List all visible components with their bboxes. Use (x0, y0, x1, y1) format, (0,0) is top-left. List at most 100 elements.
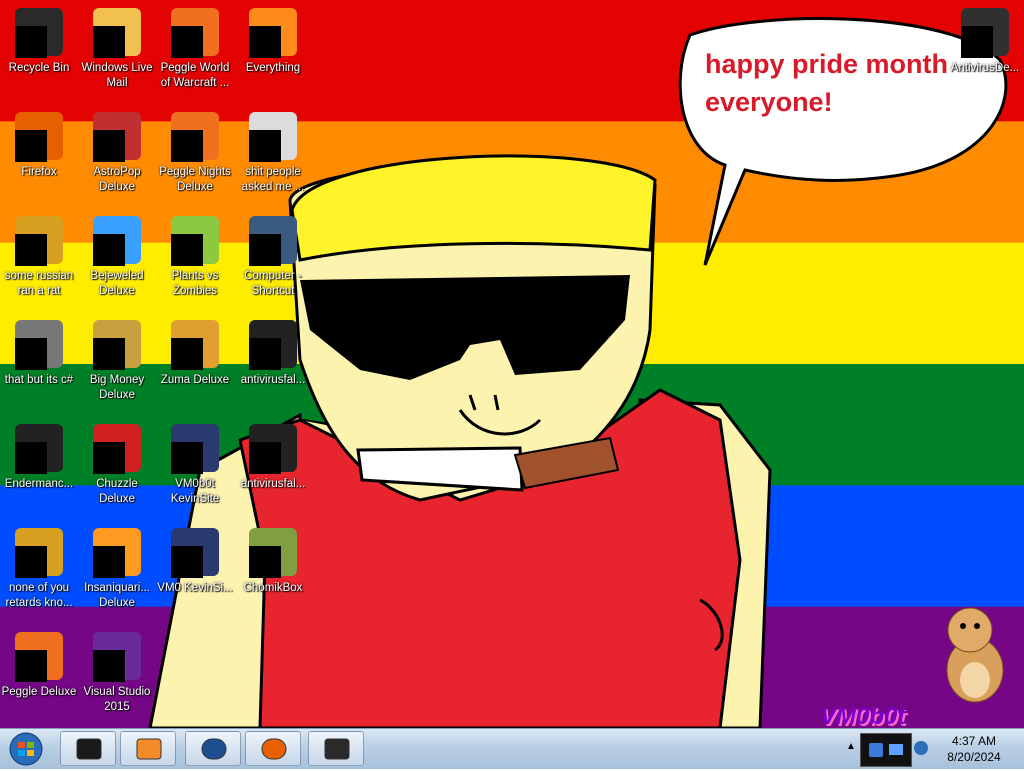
watermark-text: VM0b0t (820, 703, 906, 728)
icon-redaction-mask (249, 546, 281, 578)
mail-icon (93, 8, 141, 58)
firefox-icon (261, 738, 287, 760)
icon-redaction-mask (15, 26, 47, 58)
desktop-icon-label: Visual Studio 2015 (83, 686, 151, 713)
icon-redaction-mask (93, 338, 125, 370)
icon-redaction-mask (171, 26, 203, 58)
zuma-icon (171, 320, 219, 370)
website-icon (171, 424, 219, 474)
desktop-icon-label: shit people asked me ... (241, 166, 305, 193)
desktop-icon[interactable]: Insaniquari... Deluxe (78, 524, 156, 624)
desktop-icon[interactable]: VM0 KevinSi... (156, 524, 234, 624)
windows-logo-icon (9, 732, 43, 766)
desktop-icon[interactable]: Windows Live Mail (78, 4, 156, 104)
app-icon (15, 528, 63, 578)
desktop-icon[interactable]: Computer - Shortcut (234, 212, 312, 312)
chuzzle-icon (93, 424, 141, 474)
system-tray: ▲ 4:37 AM 8/20/2024 (842, 729, 1024, 769)
desktop-icon[interactable]: shit people asked me ... (234, 108, 312, 208)
desktop-icon[interactable]: Peggle Deluxe (0, 628, 78, 728)
hamster-image (946, 607, 1004, 703)
console-icon (76, 738, 102, 760)
icon-redaction-mask (249, 26, 281, 58)
peggle-icon (171, 8, 219, 58)
taskbar-button[interactable] (120, 731, 176, 766)
desktop-icon[interactable]: Visual Studio 2015 (78, 628, 156, 728)
desktop-icon[interactable]: Plants vs Zombies (156, 212, 234, 312)
desktop-icon[interactable]: Firefox (0, 108, 78, 208)
gem-icon (93, 216, 141, 266)
desktop-icon-label: ChomikBox (243, 582, 303, 594)
desktop-icon[interactable]: Peggle Nights Deluxe (156, 108, 234, 208)
desktop-icon-label: Computer - Shortcut (244, 270, 302, 297)
icon-redaction-mask (171, 338, 203, 370)
hamster-icon (249, 528, 297, 578)
desktop-icon[interactable]: Peggle World of Warcraft ... (156, 4, 234, 104)
desktop-icon-label: Peggle World of Warcraft ... (160, 62, 230, 89)
folder-icon (249, 112, 297, 162)
desktop-icon[interactable]: Zuma Deluxe (156, 316, 234, 416)
desktop-icon[interactable]: VM0b0t KevinSite (156, 420, 234, 520)
desktop-icon[interactable]: antivirusfal... (234, 420, 312, 520)
start-button[interactable] (4, 732, 48, 766)
desktop-icon[interactable]: AstroPop Deluxe (78, 108, 156, 208)
icon-redaction-mask (171, 130, 203, 162)
tray-selected-box[interactable] (860, 733, 912, 767)
desktop-icon-label: some russian ran a rat (4, 270, 74, 297)
taskbar-button[interactable] (185, 731, 241, 766)
taskbar-button[interactable] (308, 731, 364, 766)
money-bag-icon (93, 320, 141, 370)
icon-redaction-mask (93, 650, 125, 682)
icon-redaction-mask (15, 234, 47, 266)
taskbar-button[interactable] (60, 731, 116, 766)
desktop-icon[interactable]: that but its c# (0, 316, 78, 416)
visual-studio-icon (93, 632, 141, 682)
clock-time[interactable]: 4:37 AM (927, 734, 1021, 748)
taskbar-button[interactable] (245, 731, 301, 766)
icon-redaction-mask (93, 130, 125, 162)
desktop-icon[interactable]: Recycle Bin (0, 4, 78, 104)
desktop-icon-label: Firefox (21, 166, 57, 178)
desktop-icon[interactable]: antivirusfal... (234, 316, 312, 416)
peggle-icon (171, 112, 219, 162)
tray-app-icon[interactable] (869, 743, 883, 757)
plant-icon (171, 216, 219, 266)
tray-network-icon[interactable] (889, 744, 903, 755)
desktop-icon-label: Bejeweled Deluxe (90, 270, 144, 297)
desktop-icon[interactable]: Endermanc... (0, 420, 78, 520)
desktop-icon[interactable]: Bejeweled Deluxe (78, 212, 156, 312)
tray-volume-icon[interactable] (914, 741, 928, 755)
desktop-icon-label: Big Money Deluxe (89, 374, 145, 401)
recycle-bin-icon (15, 8, 63, 58)
desktop[interactable]: happy pride month everyone! VM0b0t Recyc… (0, 0, 1024, 728)
icon-redaction-mask (15, 442, 47, 474)
monitor-icon (324, 738, 350, 760)
media-player-icon (136, 738, 162, 760)
antivirus-icon (961, 8, 1009, 58)
game-icon (93, 112, 141, 162)
desktop-icon-label: Zuma Deluxe (160, 374, 230, 386)
desktop-icon[interactable]: AntivirusDe... (946, 4, 1024, 104)
computer-icon (249, 216, 297, 266)
icon-redaction-mask (249, 234, 281, 266)
icon-redaction-mask (171, 546, 203, 578)
icon-redaction-mask (93, 234, 125, 266)
desktop-icon[interactable]: some russian ran a rat (0, 212, 78, 312)
desktop-icon[interactable]: Everything (234, 4, 312, 104)
desktop-icon-label: none of you retards kno... (5, 582, 73, 609)
icon-redaction-mask (171, 442, 203, 474)
taskbar: ▲ 4:37 AM 8/20/2024 (0, 728, 1024, 769)
desktop-icon[interactable]: Big Money Deluxe (78, 316, 156, 416)
tray-overflow-chevron-icon[interactable]: ▲ (846, 741, 856, 755)
icon-redaction-mask (961, 26, 993, 58)
desktop-icon-label: Peggle Nights Deluxe (159, 166, 231, 193)
desktop-icon-label: Everything (245, 62, 301, 74)
desktop-icon[interactable]: ChomikBox (234, 524, 312, 624)
speech-bubble-text: happy pride month everyone! (705, 49, 948, 117)
desktop-icon[interactable]: Chuzzle Deluxe (78, 420, 156, 520)
desktop-icon[interactable]: none of you retards kno... (0, 524, 78, 624)
clock-date[interactable]: 8/20/2024 (927, 750, 1021, 764)
desktop-icon-label: Insaniquari... Deluxe (84, 582, 150, 609)
fish-icon (93, 528, 141, 578)
desktop-icon-label: Plants vs Zombies (171, 270, 219, 297)
